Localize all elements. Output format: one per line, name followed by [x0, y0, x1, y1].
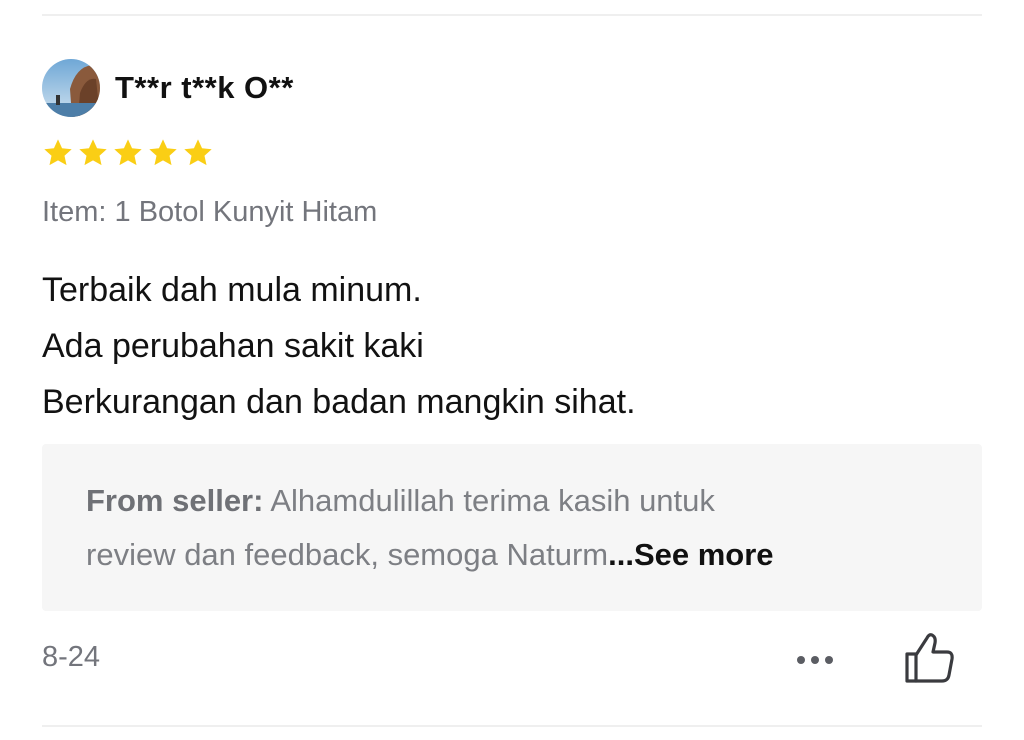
star-rating: [42, 137, 214, 169]
seller-reply-label: From seller:: [86, 483, 264, 518]
seller-reply-text: From seller: Alhamdulillah terima kasih …: [86, 474, 946, 582]
see-more-link[interactable]: ...See more: [608, 537, 773, 572]
review-text-line: Terbaik dah mula minum.: [42, 271, 422, 309]
star-icon: [184, 139, 212, 166]
top-divider: [42, 14, 982, 16]
reviewer-name: T**r t**k O**: [115, 70, 294, 105]
review-text-line: Berkurangan dan badan mangkin sihat.: [42, 383, 636, 421]
review-text-line: Ada perubahan sakit kaki: [42, 327, 424, 365]
star-icon: [79, 139, 107, 166]
item-variant: Item: 1 Botol Kunyit Hitam: [42, 196, 378, 228]
star-icon: [44, 139, 72, 166]
star-icon: [114, 139, 142, 166]
avatar-photo: [42, 59, 100, 117]
like-button[interactable]: [900, 630, 960, 686]
more-dots-icon: [797, 656, 833, 664]
bottom-divider: [42, 725, 982, 727]
avatar[interactable]: [42, 59, 100, 117]
review-body: Terbaik dah mula minum. Ada perubahan sa…: [42, 262, 982, 430]
thumbs-up-icon: [905, 633, 954, 683]
star-icon: [149, 139, 177, 166]
review-header: T**r t**k O**: [42, 58, 294, 118]
seller-reply-line-1: Alhamdulillah terima kasih untuk: [263, 483, 715, 518]
seller-reply-box: From seller: Alhamdulillah terima kasih …: [42, 444, 982, 611]
review-date: 8-24: [42, 641, 101, 673]
more-options-button[interactable]: [789, 640, 841, 680]
seller-reply-line-2: review dan feedback, semoga Naturm: [86, 537, 609, 572]
